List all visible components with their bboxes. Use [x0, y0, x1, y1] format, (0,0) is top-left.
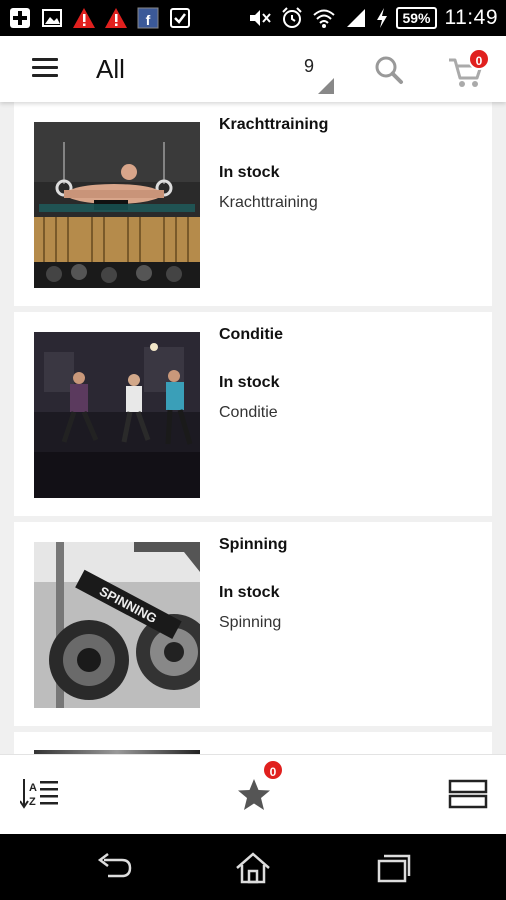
stock-status: In stock — [219, 164, 280, 181]
svg-text:Z: Z — [29, 796, 36, 808]
product-title: Spinning — [219, 536, 288, 553]
back-icon — [97, 853, 132, 878]
mute-icon — [248, 6, 272, 30]
svg-text:f: f — [146, 12, 151, 28]
stock-status: In stock — [219, 584, 280, 601]
warning-icon — [104, 6, 128, 30]
system-nav-bar — [0, 834, 506, 900]
home-button[interactable] — [233, 852, 273, 884]
charging-icon — [376, 6, 388, 30]
search-button[interactable] — [373, 54, 405, 86]
cart-count-badge: 0 — [468, 48, 490, 70]
product-list: Krachttraining In stock Krachttraining C… — [0, 102, 506, 754]
status-bar: f 59% 11:49 — [0, 0, 506, 36]
sort-value: 9 — [304, 56, 315, 76]
app-bar: All 9 0 — [0, 36, 506, 102]
product-card[interactable]: SPINNING Spinning In stock Spinning — [14, 522, 492, 726]
status-time: 11:49 — [444, 6, 498, 29]
sort-az-icon: A Z — [19, 779, 58, 809]
alarm-icon — [280, 6, 304, 30]
running-group-photo — [34, 332, 200, 498]
warning-icon — [72, 6, 96, 30]
dropdown-triangle-icon — [318, 78, 334, 94]
view-toggle-button[interactable] — [448, 779, 488, 809]
image-icon — [40, 6, 64, 30]
product-title: Krachttraining — [219, 116, 329, 133]
menu-icon[interactable] — [32, 58, 58, 78]
battery-indicator: 59% — [396, 7, 437, 29]
recent-apps-button[interactable] — [374, 852, 414, 884]
product-title: Conditie — [219, 326, 283, 343]
sort-az-button[interactable]: A Z — [19, 775, 60, 811]
search-icon — [375, 56, 403, 84]
recent-apps-icon — [377, 854, 411, 883]
product-category: Spinning — [219, 614, 282, 631]
add-box-icon — [8, 6, 32, 30]
product-card[interactable] — [14, 732, 492, 754]
page-title: All — [96, 54, 125, 84]
wifi-icon — [312, 6, 336, 30]
svg-text:A: A — [29, 782, 37, 794]
bottom-toolbar: A Z 0 — [0, 754, 506, 834]
product-category: Krachttraining — [219, 194, 318, 211]
view-toggle-icon — [448, 779, 488, 809]
spinning-bikes-photo: SPINNING — [34, 542, 200, 708]
product-card[interactable]: Krachttraining In stock Krachttraining — [14, 102, 492, 306]
facebook-app-icon: f — [136, 6, 160, 30]
checkbox-icon — [168, 6, 192, 30]
star-icon — [238, 779, 270, 810]
product-category: Conditie — [219, 404, 278, 421]
favorites-button[interactable]: 0 — [236, 759, 284, 810]
stock-status: In stock — [219, 374, 280, 391]
gymnastics-rings-photo — [34, 122, 200, 288]
home-icon — [236, 852, 270, 884]
signal-icon — [344, 6, 368, 30]
sort-dropdown[interactable]: 9 — [300, 54, 334, 94]
favorites-count-badge: 0 — [262, 759, 284, 781]
cart-button[interactable]: 0 — [448, 48, 490, 88]
product-card[interactable]: Conditie In stock Conditie — [14, 312, 492, 516]
back-button[interactable] — [94, 852, 134, 884]
